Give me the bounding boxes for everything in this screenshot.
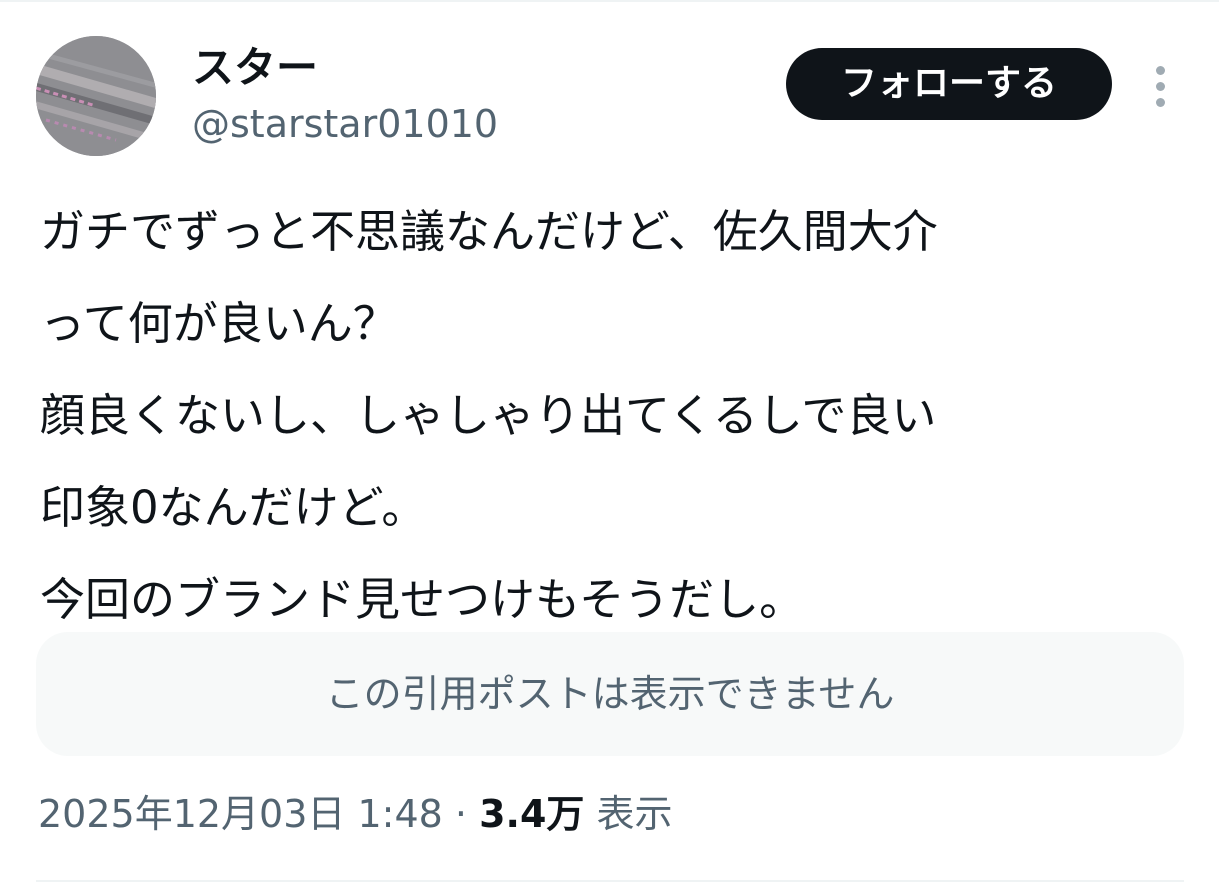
post-text: ガチでずっと不思議なんだけど、佐久間大介 って何が良いん？ 顔良くないし、しゃし… <box>40 192 1190 652</box>
meta-separator: · <box>454 792 468 836</box>
top-divider <box>0 0 1219 2</box>
author-handle[interactable]: @starstar01010 <box>192 96 498 152</box>
more-dot <box>1155 65 1165 75</box>
post-text-line: 印象0なんだけど。 <box>40 481 427 534</box>
avatar-photo-icon <box>36 36 156 156</box>
quote-unavailable-text: この引用ポストは表示できません <box>325 672 895 716</box>
avatar[interactable] <box>36 36 156 156</box>
more-options-icon[interactable] <box>1138 62 1182 110</box>
post-meta: 2025年12月03日 1:48 · 3.4万 表示 <box>38 786 673 842</box>
post-text-line: って何が良いん？ <box>40 297 398 350</box>
bottom-divider <box>36 880 1184 882</box>
views-count: 3.4万 <box>479 792 585 836</box>
more-dot <box>1155 97 1165 107</box>
views-label: 表示 <box>596 792 673 836</box>
more-dot <box>1155 81 1165 91</box>
author-display-name[interactable]: スター <box>192 40 318 96</box>
post-timestamp[interactable]: 2025年12月03日 1:48 <box>38 792 443 836</box>
post-text-line: 顔良くないし、しゃしゃり出てくるしで良い <box>40 389 937 442</box>
quote-unavailable-card: この引用ポストは表示できません <box>36 632 1184 756</box>
post-text-line: ガチでずっと不思議なんだけど、佐久間大介 <box>40 205 938 258</box>
follow-button[interactable]: フォローする <box>786 48 1112 120</box>
post-detail: スター @starstar01010 フォローする ガチでずっと不思議なんだけど… <box>0 0 1219 896</box>
